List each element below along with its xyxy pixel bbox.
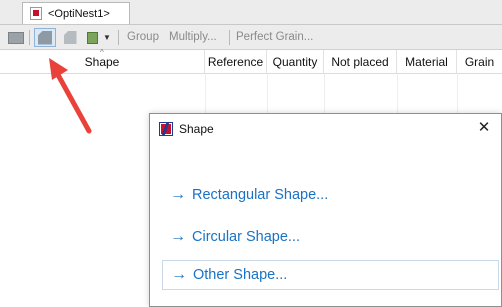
shape-icon xyxy=(38,30,52,45)
column-header-quantity[interactable]: Quantity xyxy=(267,50,324,74)
toolbar: ▼ Group Multiply... Perfect Grain... xyxy=(0,24,502,50)
toolbar-separator xyxy=(229,30,230,45)
dialog-title-bar[interactable]: Shape ✕ xyxy=(150,114,501,144)
option-label: Circular Shape... xyxy=(192,229,300,245)
option-label: Other Shape... xyxy=(193,267,288,283)
edit-shape-button[interactable] xyxy=(60,28,80,47)
shape-outline-icon xyxy=(63,31,77,44)
group-button[interactable]: Group xyxy=(127,31,159,43)
column-header-grain[interactable]: Grain xyxy=(457,50,502,74)
export-button[interactable] xyxy=(84,28,100,47)
export-icon xyxy=(86,31,98,44)
rectangular-shape-option[interactable]: → Rectangular Shape... xyxy=(162,180,499,210)
document-tab[interactable]: <OptiNest1> xyxy=(22,2,130,24)
rectangle-shape-button[interactable] xyxy=(6,28,26,47)
arrow-right-icon: → xyxy=(170,228,186,245)
arrow-right-icon: → xyxy=(170,186,186,203)
sort-indicator-icon: ^ xyxy=(100,48,104,57)
toolbar-separator xyxy=(29,30,30,45)
other-shape-option[interactable]: → Other Shape... xyxy=(162,260,499,290)
rectangle-icon xyxy=(8,31,24,44)
document-tab-strip: <OptiNest1> xyxy=(0,0,502,24)
perfect-grain-button[interactable]: Perfect Grain... xyxy=(236,31,313,43)
dialog-title: Shape xyxy=(179,122,214,136)
option-label: Rectangular Shape... xyxy=(192,187,329,203)
circular-shape-option[interactable]: → Circular Shape... xyxy=(162,222,499,252)
grid-header: ^ Shape Reference Quantity Not placed Ma… xyxy=(0,48,502,74)
shape-dialog: Shape ✕ → Rectangular Shape... → Circula… xyxy=(149,113,502,307)
document-icon xyxy=(30,7,42,20)
app-logo-icon xyxy=(159,122,173,136)
column-header-not-placed[interactable]: Not placed xyxy=(324,50,397,74)
document-tab-label: <OptiNest1> xyxy=(48,7,110,20)
column-header-material[interactable]: Material xyxy=(397,50,457,74)
export-dropdown-button[interactable]: ▼ xyxy=(102,28,112,47)
dropdown-icon: ▼ xyxy=(103,33,111,42)
arrow-right-icon: → xyxy=(171,266,187,283)
column-header-shape[interactable]: ^ Shape xyxy=(0,48,205,74)
close-icon[interactable]: ✕ xyxy=(475,119,493,137)
multiply-button[interactable]: Multiply... xyxy=(169,31,217,43)
shape-button[interactable] xyxy=(34,28,56,47)
column-header-reference[interactable]: Reference xyxy=(205,50,267,74)
toolbar-separator xyxy=(118,30,119,45)
